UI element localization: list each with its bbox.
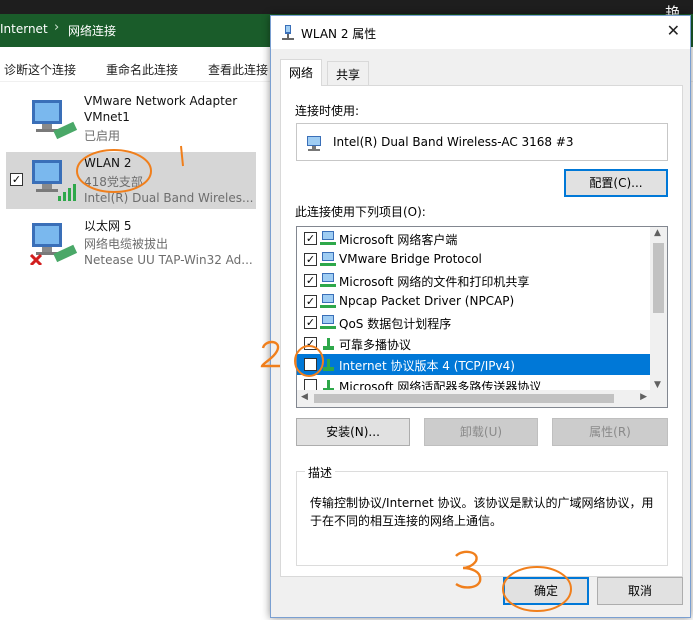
connect-using-label: 连接时使用: xyxy=(295,104,360,118)
item-label: Internet 协议版本 4 (TCP/IPv4) xyxy=(339,359,515,373)
scroll-right-icon[interactable]: ▶ xyxy=(640,392,647,402)
item-checkbox[interactable]: ✓ xyxy=(304,232,317,245)
adapter-name: WLAN 2 xyxy=(84,156,132,170)
network-disconnected-icon xyxy=(29,223,78,265)
item-label: QoS 数据包计划程序 xyxy=(339,317,452,331)
scroll-left-icon[interactable]: ◀ xyxy=(301,392,308,402)
item-label: Microsoft 网络的文件和打印机共享 xyxy=(339,275,530,289)
horizontal-scrollbar[interactable]: ◀ ▶ xyxy=(297,390,667,407)
scroll-thumb[interactable] xyxy=(653,243,664,313)
configure-button[interactable]: 配置(C)... xyxy=(564,169,668,197)
item-label: Npcap Packet Driver (NPCAP) xyxy=(339,294,515,308)
description-group: 描述 传输控制协议/Internet 协议。该协议是默认的广域网络协议，用于在不… xyxy=(296,464,668,566)
network-client-icon xyxy=(320,252,336,266)
item-label: VMware Bridge Protocol xyxy=(339,252,482,266)
adapter-checkbox[interactable]: ✓ xyxy=(10,173,23,186)
item-checkbox[interactable]: ✓ xyxy=(304,337,317,350)
network-adapter-icon xyxy=(32,100,78,140)
adapter-name: 以太网 5 xyxy=(84,219,132,233)
scroll-down-icon[interactable]: ▼ xyxy=(654,380,661,390)
breadcrumb-internet[interactable]: Internet xyxy=(0,22,48,36)
component-list[interactable]: ✓ Microsoft 网络客户端 ✓ VMware Bridge Protoc… xyxy=(296,226,668,408)
adapter-name: Intel(R) Dual Band Wireless-AC 3168 #3 xyxy=(333,135,574,149)
dialog-titlebar[interactable]: WLAN 2 属性 ✕ xyxy=(271,16,690,49)
item-checkbox[interactable]: ✓ xyxy=(304,253,317,266)
protocol-icon xyxy=(323,359,334,371)
list-item-selected[interactable]: Internet 协议版本 4 (TCP/IPv4) xyxy=(297,354,650,375)
adapter-name-line2: VMnet1 xyxy=(84,110,130,124)
close-icon[interactable]: ✕ xyxy=(667,21,680,40)
properties-button[interactable]: 属性(R) xyxy=(552,418,668,446)
list-item[interactable]: ✓ VMware Bridge Protocol xyxy=(297,249,650,270)
network-client-icon xyxy=(320,231,336,245)
list-item[interactable]: ✓ Npcap Packet Driver (NPCAP) xyxy=(297,291,650,312)
network-client-icon xyxy=(320,315,336,329)
dialog-title: WLAN 2 属性 xyxy=(301,27,377,41)
adapter-device: Intel(R) Dual Band Wireles... xyxy=(84,191,254,205)
network-adapter-icon xyxy=(307,136,321,151)
breadcrumb-network-connections[interactable]: 网络连接 xyxy=(68,22,116,39)
breadcrumb-separator-icon: › xyxy=(54,20,60,35)
description-text: 传输控制协议/Internet 协议。该协议是默认的广域网络协议，用于在不同的相… xyxy=(310,496,654,528)
item-checkbox[interactable]: ✓ xyxy=(304,316,317,329)
adapter-status: 418党支部 xyxy=(84,175,143,189)
adapter-vmware[interactable]: VMware Network Adapter VMnet1 已启用 xyxy=(6,92,256,149)
item-checkbox[interactable] xyxy=(304,358,317,371)
uninstall-button[interactable]: 卸载(U) xyxy=(424,418,538,446)
item-label: 可靠多播协议 xyxy=(339,338,412,352)
view-connection-button[interactable]: 查看此连接 xyxy=(208,61,268,78)
item-checkbox[interactable]: ✓ xyxy=(304,295,317,308)
adapter-status: 已启用 xyxy=(84,129,121,143)
ok-button[interactable]: 确定 xyxy=(503,577,589,605)
adapter-device: Netease UU TAP-Win32 Ad... xyxy=(84,253,253,267)
cancel-button[interactable]: 取消 xyxy=(597,577,683,605)
list-item[interactable]: ✓ 可靠多播协议 xyxy=(297,333,650,354)
list-item[interactable]: ✓ QoS 数据包计划程序 xyxy=(297,312,650,333)
adapter-box: Intel(R) Dual Band Wireless-AC 3168 #3 xyxy=(296,123,668,161)
properties-dialog: WLAN 2 属性 ✕ 共享 连接时使用: Intel(R) Dual Band… xyxy=(270,15,691,618)
top-strip xyxy=(0,0,693,14)
adapter-status: 网络电缆被拔出 xyxy=(84,237,169,251)
items-label: 此连接使用下列项目(O): xyxy=(295,205,426,219)
tab-sharing[interactable]: 共享 xyxy=(327,61,370,85)
diagnose-connection-button[interactable]: 诊断这个连接 xyxy=(4,61,76,78)
adapter-name: VMware Network Adapter xyxy=(84,94,238,108)
list-item[interactable]: ✓ Microsoft 网络客户端 xyxy=(297,228,650,249)
network-client-icon xyxy=(320,273,336,287)
protocol-icon xyxy=(323,338,334,350)
install-button[interactable]: 安装(N)... xyxy=(296,418,410,446)
item-checkbox[interactable]: ✓ xyxy=(304,274,317,287)
list-item[interactable]: ✓ Microsoft 网络的文件和打印机共享 xyxy=(297,270,650,291)
adapter-wlan2[interactable]: ✓ WLAN 2 418党支部 Intel(R) Dual Band Wirel… xyxy=(6,152,256,209)
network-properties-icon xyxy=(282,25,294,40)
network-client-icon xyxy=(320,294,336,308)
description-legend: 描述 xyxy=(305,464,336,481)
scroll-up-icon[interactable]: ▲ xyxy=(654,228,661,238)
wireless-adapter-icon xyxy=(32,160,76,201)
scroll-thumb[interactable] xyxy=(314,394,614,403)
tab-pane-networking: 连接时使用: Intel(R) Dual Band Wireless-AC 31… xyxy=(280,85,683,577)
tab-networking[interactable]: 网络 xyxy=(280,59,323,86)
item-label: Microsoft 网络客户端 xyxy=(339,233,458,247)
rename-connection-button[interactable]: 重命名此连接 xyxy=(106,61,178,78)
adapter-ethernet5[interactable]: 以太网 5 网络电缆被拔出 Netease UU TAP-Win32 Ad... xyxy=(6,215,256,272)
vertical-scrollbar[interactable]: ▲ ▼ xyxy=(650,227,667,391)
